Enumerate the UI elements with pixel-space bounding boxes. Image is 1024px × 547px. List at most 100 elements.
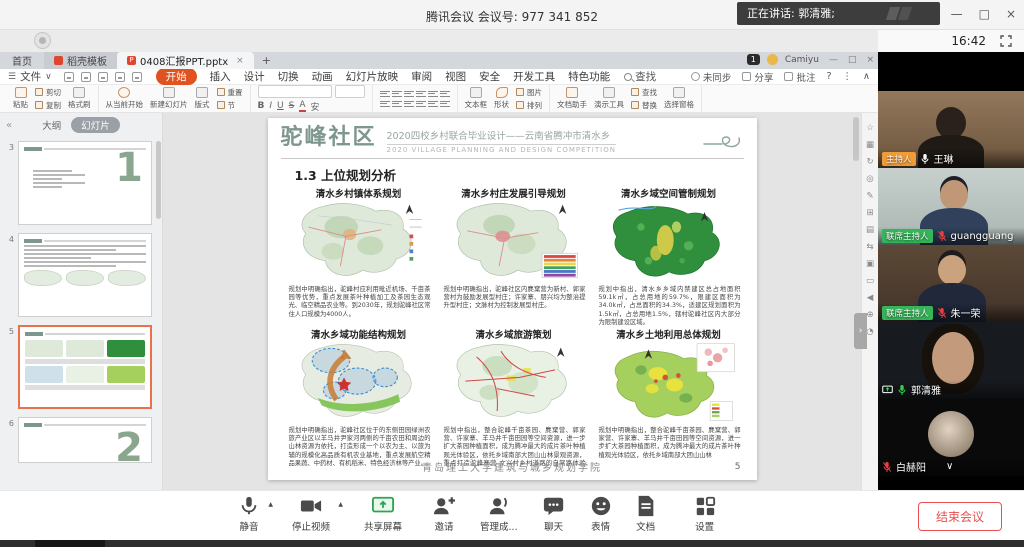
wps-minimize-icon[interactable]: — xyxy=(829,55,838,65)
font-name-select[interactable] xyxy=(258,85,332,98)
mic-options-caret[interactable]: ▲ xyxy=(268,501,273,508)
rail-grid-icon[interactable]: ⊞ xyxy=(866,208,873,218)
chat-button[interactable]: 聊天 xyxy=(542,495,566,533)
copy-button[interactable]: 复制 xyxy=(35,100,61,111)
font-size-select[interactable] xyxy=(335,85,365,98)
paste-button[interactable]: 粘贴 xyxy=(13,87,28,110)
taskbar-active-app[interactable] xyxy=(35,540,105,547)
presenter-tools-button[interactable]: 演示工具 xyxy=(594,87,624,110)
find-button[interactable]: 查找 xyxy=(631,87,657,98)
more-icon[interactable]: ⋮ xyxy=(843,71,853,82)
rail-favorites-icon[interactable]: ☆ xyxy=(866,123,874,133)
sidebar-expander[interactable]: › xyxy=(854,313,867,349)
video-tile-guangguang[interactable]: 联席主持人 guangguang xyxy=(878,168,1024,245)
minimize-button[interactable]: — xyxy=(951,6,963,22)
slide-thumbnail-3[interactable]: 1 xyxy=(18,141,152,225)
close-button[interactable]: × xyxy=(1006,6,1016,22)
settings-button[interactable]: 设置 xyxy=(694,495,716,533)
picture-button[interactable]: 图片 xyxy=(516,87,542,98)
selection-pane-button[interactable]: 选择窗格 xyxy=(664,87,694,110)
tab-close-icon[interactable]: × xyxy=(236,56,244,66)
maximize-button[interactable]: □ xyxy=(979,6,990,22)
video-options-caret[interactable]: ▲ xyxy=(338,501,343,508)
menu-features[interactable]: 特色功能 xyxy=(568,69,610,84)
slide-thumbnail-5-selected[interactable] xyxy=(18,325,152,409)
comment-action[interactable]: 批注 xyxy=(784,70,815,84)
fullscreen-icon[interactable] xyxy=(1000,35,1012,47)
replace-button[interactable]: 替换 xyxy=(631,100,657,111)
panel-scrollbar[interactable] xyxy=(156,141,161,219)
help-icon[interactable]: ? xyxy=(826,71,831,82)
font-color-button[interactable]: A xyxy=(299,100,305,112)
slide-thumbnail-4[interactable] xyxy=(18,233,152,317)
wps-user-name[interactable]: Camiyu xyxy=(785,55,819,65)
end-meeting-button[interactable]: 结束会议 xyxy=(918,502,1002,531)
tab-slides[interactable]: 幻灯片 xyxy=(71,117,120,133)
arrange-button[interactable]: 排列 xyxy=(516,100,542,111)
text-effect-button[interactable]: 安 xyxy=(311,100,320,113)
video-tile-wanglin[interactable]: 主持人 王琳 xyxy=(878,91,1024,168)
layout-button[interactable]: 版式 xyxy=(195,87,210,110)
menu-design[interactable]: 设计 xyxy=(244,69,265,84)
underline-button[interactable]: U xyxy=(277,101,284,111)
wps-user-avatar[interactable] xyxy=(767,54,778,65)
format-painter-button[interactable]: 格式刷 xyxy=(68,87,91,110)
canvas-scrollbar[interactable] xyxy=(853,117,859,161)
stop-video-button[interactable]: 停止视频 ▲ xyxy=(292,495,330,533)
mute-button[interactable]: 静音 ▲ xyxy=(238,495,260,533)
video-tile-guoqingya[interactable]: 郭清雅 xyxy=(878,322,1024,399)
video-tile-zhuyirong[interactable]: 联席主持人 朱一荣 xyxy=(878,245,1024,322)
menu-start[interactable]: 开始 xyxy=(156,68,197,85)
rail-copy-icon[interactable]: ▦ xyxy=(866,140,874,150)
rail-target-icon[interactable]: ◎ xyxy=(866,174,873,184)
menu-devtools[interactable]: 开发工具 xyxy=(513,69,555,84)
textbox-button[interactable]: 文本框 xyxy=(465,87,488,110)
wps-restore-icon[interactable]: □ xyxy=(848,55,857,65)
play-from-current-button[interactable]: 从当前开始 xyxy=(106,87,144,110)
rail-history-icon[interactable]: ↻ xyxy=(866,157,873,167)
section-button[interactable]: 节 xyxy=(217,100,243,111)
shape-button[interactable]: 形状 xyxy=(494,87,509,110)
file-menu[interactable]: ☰ 文件 ∨ xyxy=(8,69,52,84)
menu-review[interactable]: 审阅 xyxy=(411,69,432,84)
video-tile-baihenyang[interactable]: 白赫阳 ∨ xyxy=(878,399,1024,476)
sync-status[interactable]: 未同步 xyxy=(691,70,732,84)
rail-add-icon[interactable]: ⊕ xyxy=(866,310,873,320)
share-screen-button[interactable]: 共享屏幕 xyxy=(364,495,402,533)
fold-ribbon-icon[interactable]: ∧ xyxy=(863,71,870,82)
wps-tab-docer[interactable]: 稻壳模板 xyxy=(44,52,117,69)
bold-button[interactable]: B xyxy=(258,101,265,111)
rail-audio-icon[interactable]: ◀ xyxy=(867,293,874,303)
manage-members-button[interactable]: 管理成... xyxy=(480,495,518,533)
share-action[interactable]: 分享 xyxy=(742,70,773,84)
menu-insert[interactable]: 插入 xyxy=(210,69,231,84)
menu-security[interactable]: 安全 xyxy=(479,69,500,84)
menu-animation[interactable]: 动画 xyxy=(312,69,333,84)
current-slide[interactable]: 驼峰社区 2020四校乡村联合毕业设计——云南省腾冲市清水乡 2020 VILL… xyxy=(268,118,757,480)
rail-image-icon[interactable]: ▣ xyxy=(866,259,874,269)
doc-assistant-button[interactable]: 文档助手 xyxy=(557,87,587,110)
paragraph-align-group[interactable] xyxy=(380,90,450,108)
rail-edit-icon[interactable]: ✎ xyxy=(866,191,873,201)
os-taskbar[interactable] xyxy=(0,540,1024,547)
emoji-button[interactable]: 表情 xyxy=(590,495,612,533)
italic-button[interactable]: I xyxy=(269,101,272,111)
floating-assistant-icon[interactable] xyxy=(34,32,51,49)
wps-close-icon[interactable]: × xyxy=(866,55,874,65)
rail-chart-icon[interactable]: ▤ xyxy=(866,225,874,235)
find-menu[interactable]: 查找 xyxy=(624,69,656,84)
cut-button[interactable]: 剪切 xyxy=(35,87,61,98)
reset-button[interactable]: 重置 xyxy=(217,87,243,98)
menu-view[interactable]: 视图 xyxy=(445,69,466,84)
new-tab-button[interactable]: + xyxy=(262,54,271,67)
tab-outline[interactable]: 大纲 xyxy=(42,118,61,132)
rail-clock-icon[interactable]: ◔ xyxy=(866,327,873,337)
menu-transition[interactable]: 切换 xyxy=(278,69,299,84)
docs-button[interactable]: 文档 xyxy=(636,495,656,533)
panel-collapse-icon[interactable]: « xyxy=(6,120,12,131)
menu-slideshow[interactable]: 幻灯片放映 xyxy=(346,69,399,84)
slide-thumbnail-6[interactable]: 2 xyxy=(18,417,152,463)
rail-frame-icon[interactable]: ▭ xyxy=(866,276,874,286)
invite-button[interactable]: 邀请 xyxy=(432,495,456,533)
wps-tab-document[interactable]: P 0408汇报PPT.pptx × xyxy=(117,52,254,69)
